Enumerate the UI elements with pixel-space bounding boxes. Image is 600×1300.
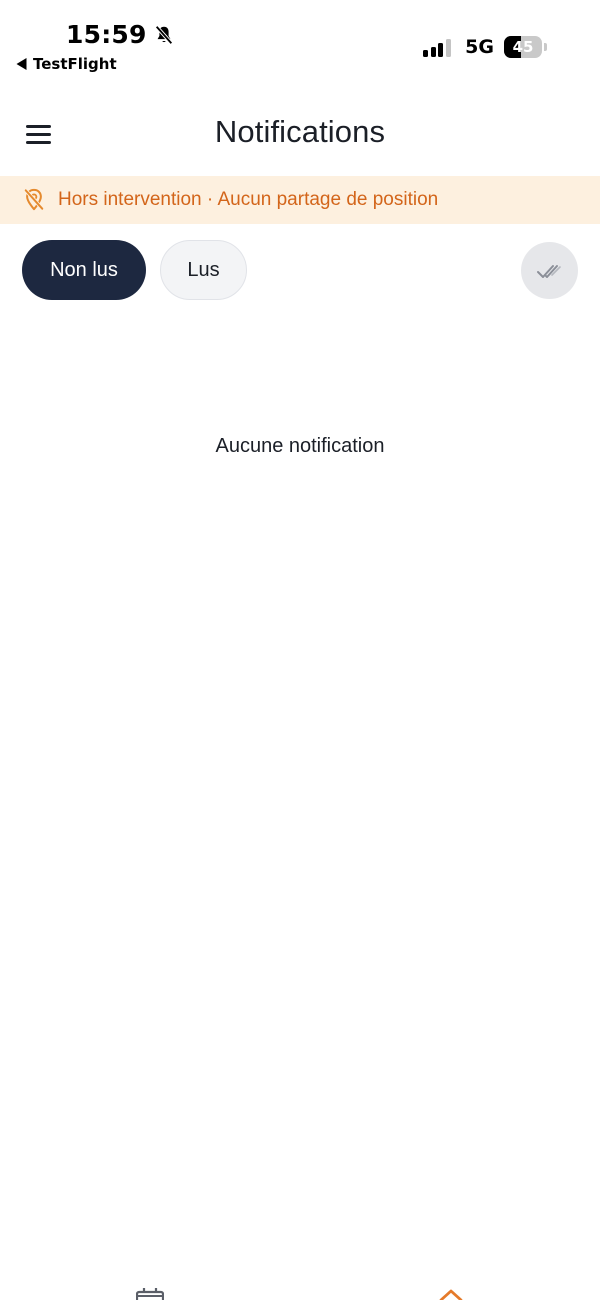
status-time-group: 15:59 — [66, 20, 175, 49]
home-icon — [439, 1289, 463, 1300]
back-to-app[interactable]: TestFlight — [16, 55, 117, 73]
status-time: 15:59 — [66, 20, 147, 49]
status-indicators: 5G 45 — [423, 36, 547, 58]
nav-item-calendar[interactable] — [135, 1288, 165, 1300]
tab-unread[interactable]: Non lus — [22, 240, 146, 300]
tab-read[interactable]: Lus — [160, 240, 247, 300]
mark-all-read-button[interactable] — [521, 242, 578, 299]
calendar-icon — [135, 1288, 165, 1300]
back-app-label: TestFlight — [33, 55, 117, 73]
battery-percentage: 45 — [512, 38, 534, 56]
location-off-icon — [24, 188, 44, 211]
status-bar: 15:59 TestFlight 5G 45 — [0, 0, 600, 90]
cellular-signal-icon — [423, 37, 453, 57]
bottom-nav — [0, 1280, 600, 1300]
notifications-screen: 15:59 TestFlight 5G 45 Notifications Hor… — [0, 0, 600, 1300]
tab-read-label: Lus — [187, 258, 220, 281]
location-status-banner: Hors intervention · Aucun partage de pos… — [0, 176, 600, 224]
tab-unread-label: Non lus — [50, 258, 118, 281]
app-header: Notifications — [0, 100, 600, 170]
double-check-icon — [536, 264, 561, 278]
network-type: 5G — [465, 36, 494, 58]
filter-tabs: Non lus Lus — [0, 240, 600, 302]
silent-bell-icon — [154, 25, 173, 44]
nav-item-home[interactable] — [439, 1288, 463, 1300]
battery-icon: 45 — [504, 36, 547, 58]
back-triangle-icon — [16, 58, 27, 70]
banner-text: Hors intervention · Aucun partage de pos… — [58, 189, 439, 210]
page-title: Notifications — [214, 114, 386, 149]
empty-state-message: Aucune notification — [215, 435, 385, 457]
